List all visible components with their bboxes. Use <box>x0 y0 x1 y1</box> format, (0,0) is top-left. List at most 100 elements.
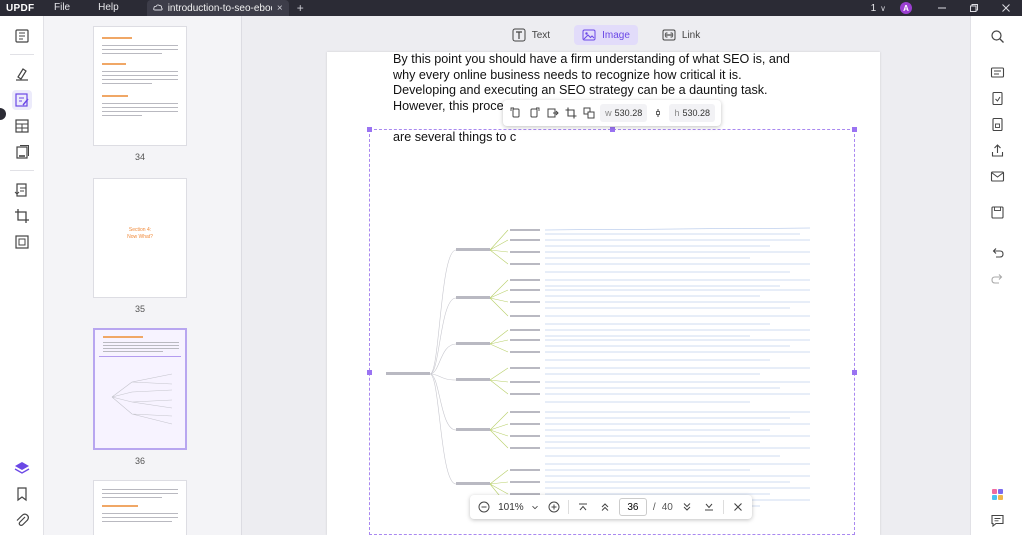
ocr-side-button[interactable] <box>987 62 1007 82</box>
chevron-up-double-icon <box>601 503 609 511</box>
thumb-text-line <box>102 111 178 112</box>
resize-handle-top-left[interactable] <box>367 127 372 132</box>
menu-help[interactable]: Help <box>84 0 133 16</box>
comment-mode-button[interactable] <box>12 64 32 84</box>
add-tab-button[interactable]: + <box>297 1 304 15</box>
previous-page-button[interactable] <box>597 498 613 516</box>
page-thumbnail[interactable] <box>93 26 187 146</box>
document-tab[interactable]: introduction-to-seo-ebook* × <box>146 0 289 16</box>
share-button[interactable] <box>987 140 1007 160</box>
edit-mode-button[interactable] <box>12 90 32 110</box>
undo-icon <box>992 247 1004 258</box>
thumb-text-line <box>102 83 152 84</box>
chevron-down-icon[interactable]: ∨ <box>880 4 900 13</box>
add-text-label: Text <box>531 29 551 41</box>
first-page-button[interactable] <box>575 498 591 516</box>
menu-file[interactable]: File <box>40 0 84 16</box>
rotate-left-button[interactable] <box>509 104 523 122</box>
form-mode-button[interactable] <box>12 116 32 136</box>
add-link-button[interactable]: Link <box>654 25 708 45</box>
thumb-text-line <box>102 493 178 494</box>
minimize-button[interactable] <box>926 0 958 16</box>
zoom-level[interactable]: 101% <box>498 502 524 513</box>
next-page-button[interactable] <box>679 498 695 516</box>
width-key: w <box>605 108 612 118</box>
search-icon <box>990 29 1004 43</box>
protect-button[interactable] <box>987 114 1007 134</box>
edit-pdf-icon <box>15 93 29 107</box>
resize-handle-right[interactable] <box>852 370 857 375</box>
resize-handle-top-right[interactable] <box>852 127 857 132</box>
comments-button[interactable] <box>987 510 1007 530</box>
toolbar-divider <box>723 500 724 514</box>
undo-button[interactable] <box>987 242 1007 262</box>
selected-image[interactable] <box>367 127 857 535</box>
ocr-icon <box>15 235 29 249</box>
ocr-button[interactable] <box>12 232 32 252</box>
window-count[interactable]: 1 <box>871 3 881 14</box>
close-tab-icon[interactable]: × <box>277 3 283 14</box>
close-window-button[interactable] <box>990 0 1022 16</box>
replace-image-button[interactable] <box>582 104 596 122</box>
thumb-text-line <box>102 489 178 490</box>
thumbnail-panel[interactable]: 34 Section 4: Now What? 35 36 <box>44 16 242 535</box>
panel-collapse-handle[interactable] <box>0 108 6 120</box>
redo-button[interactable] <box>987 268 1007 288</box>
organize-pages-icon <box>16 145 29 159</box>
title-bar: UPDF File Help introduction-to-seo-ebook… <box>0 0 1022 16</box>
left-tool-rail <box>0 16 44 535</box>
ocr-icon <box>990 66 1004 78</box>
reader-mode-button[interactable] <box>12 26 32 46</box>
rotate-right-icon <box>530 107 540 118</box>
thumb-text-line <box>102 103 178 104</box>
page-organize-button[interactable] <box>12 142 32 162</box>
extract-image-button[interactable] <box>545 104 559 122</box>
replace-icon <box>583 107 595 119</box>
image-height-field[interactable]: h 530.28 <box>669 104 715 122</box>
crop-button[interactable] <box>12 206 32 226</box>
crop-image-button[interactable] <box>564 104 578 122</box>
link-icon <box>662 29 676 41</box>
save-button[interactable] <box>987 202 1007 222</box>
thumb-heading-line <box>102 95 128 97</box>
add-link-label: Link <box>681 29 701 41</box>
zoom-in-button[interactable] <box>546 498 562 516</box>
page-thumbnail[interactable]: Section 4: Now What? <box>93 178 187 298</box>
thumb-heading-line <box>102 505 138 507</box>
ai-assistant-button[interactable] <box>987 484 1007 504</box>
document-area: Text Image Link By this point you should… <box>242 16 970 535</box>
close-navigation-button[interactable] <box>730 498 746 516</box>
convert-side-button[interactable] <box>987 88 1007 108</box>
right-tool-rail <box>970 16 1022 535</box>
attachment-button[interactable] <box>12 510 32 530</box>
page-thumbnail-selected[interactable] <box>93 328 187 450</box>
image-width-field[interactable]: w 530.28 <box>600 104 648 122</box>
thumb-text-line <box>103 348 179 349</box>
zoom-out-button[interactable] <box>476 498 492 516</box>
zoom-dropdown-button[interactable] <box>530 498 540 516</box>
add-image-button[interactable]: Image <box>574 25 638 45</box>
resize-handle-top[interactable] <box>610 127 615 132</box>
convert-button[interactable] <box>12 180 32 200</box>
link-ratio-icon <box>656 109 661 117</box>
restore-button[interactable] <box>958 0 990 16</box>
bookmark-button[interactable] <box>12 484 32 504</box>
chevron-down-icon <box>531 505 538 510</box>
thumb-text-line <box>102 107 178 108</box>
close-icon <box>734 503 742 511</box>
search-button[interactable] <box>987 26 1007 46</box>
highlighter-icon <box>16 68 28 81</box>
rotate-right-button[interactable] <box>527 104 541 122</box>
pdf-page[interactable]: By this point you should have a firm und… <box>327 52 880 535</box>
thumbnail-page-number: 35 <box>134 304 145 314</box>
add-text-button[interactable]: Text <box>504 25 558 45</box>
resize-handle-left[interactable] <box>367 370 372 375</box>
last-page-button[interactable] <box>701 498 717 516</box>
email-button[interactable] <box>987 166 1007 186</box>
current-page-input[interactable] <box>618 498 647 516</box>
avatar[interactable]: A <box>900 2 912 14</box>
layers-button[interactable] <box>12 458 32 478</box>
chat-icon <box>990 514 1004 527</box>
page-thumbnail[interactable] <box>93 480 187 535</box>
lock-ratio-button[interactable] <box>651 104 665 122</box>
